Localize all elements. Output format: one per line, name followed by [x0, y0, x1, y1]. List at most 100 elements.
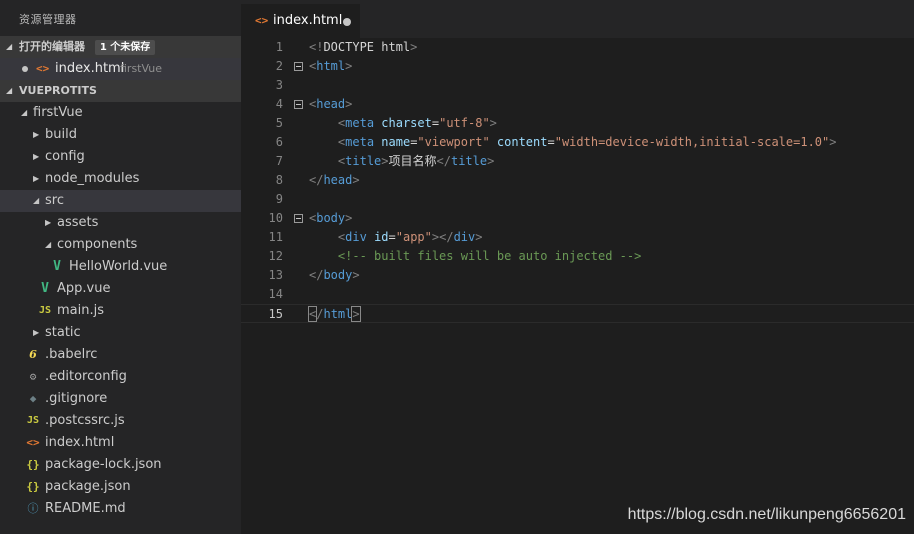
tab-label: index.html [273, 13, 343, 28]
line-number: 9 [275, 192, 283, 206]
unsaved-dot-icon[interactable] [343, 18, 351, 26]
fold-toggle-icon[interactable] [294, 214, 303, 223]
explorer-title: 资源管理器 [19, 13, 77, 26]
code-line[interactable]: 10 <body> [241, 209, 914, 228]
tree-file[interactable]: {} package-lock.json [0, 454, 241, 476]
code-token: > [352, 173, 360, 187]
tree-folder[interactable]: ▶ assets [0, 212, 241, 234]
tree-item-label: .gitignore [45, 391, 108, 406]
tree-file[interactable]: JS .postcssrc.js [0, 410, 241, 432]
tree-file[interactable]: ⚙ .editorconfig [0, 366, 241, 388]
code-token: </ [436, 154, 451, 168]
chevron-down-icon[interactable]: ◢ [45, 234, 51, 256]
tree-item-label: node_modules [45, 171, 140, 186]
tree-folder[interactable]: ▶ static [0, 322, 241, 344]
code-line[interactable]: 5 <meta charset="utf-8"> [241, 114, 914, 133]
code-line[interactable]: 12 <!-- built files will be auto injecte… [241, 247, 914, 266]
chevron-right-icon[interactable]: ▶ [33, 168, 39, 190]
code-content: </html> [307, 305, 361, 324]
line-number: 15 [268, 307, 283, 321]
code-token: id [374, 230, 389, 244]
open-editor-item[interactable]: <> index.html firstVue [0, 58, 241, 80]
code-line[interactable]: 4 <head> [241, 95, 914, 114]
code-line[interactable]: 1 <!DOCTYPE html> [241, 38, 914, 57]
tree-file[interactable]: V HelloWorld.vue [0, 256, 241, 278]
explorer-sidebar: 资源管理器 ◢ 打开的编辑器 1 个未保存 <> index.html firs… [0, 0, 241, 534]
tree-file[interactable]: ◆ .gitignore [0, 388, 241, 410]
tree-file[interactable]: ⓘ README.md [0, 498, 241, 520]
chevron-right-icon[interactable]: ▶ [45, 212, 51, 234]
code-content: <html> [309, 57, 352, 76]
html-icon: <> [255, 14, 269, 27]
code-line[interactable]: 9 [241, 190, 914, 209]
code-line[interactable]: 14 [241, 285, 914, 304]
tree-item-label: .babelrc [45, 347, 98, 362]
code-content: <!-- built files will be auto injected -… [309, 247, 641, 266]
tree-folder[interactable]: ◢ components [0, 234, 241, 256]
project-header[interactable]: ◢ VUEPROTITS [0, 80, 241, 102]
line-number: 12 [268, 249, 283, 263]
babel-icon: 6 [29, 348, 37, 361]
tree-item-label: static [45, 325, 81, 340]
code-token: DOCTYPE html [323, 40, 411, 54]
code-token: > [829, 135, 837, 149]
code-content: <div id="app"></div> [309, 228, 483, 247]
tree-folder[interactable]: ▶ node_modules [0, 168, 241, 190]
code-content: </body> [309, 266, 360, 285]
tree-folder[interactable]: ◢ src [0, 190, 241, 212]
line-number: 1 [275, 40, 283, 54]
tree-file[interactable]: <> index.html [0, 432, 241, 454]
tree-item-label: components [57, 237, 138, 252]
code-line[interactable]: 13 </body> [241, 266, 914, 285]
unsaved-count-badge: 1 个未保存 [94, 40, 156, 55]
code-token: div [453, 230, 476, 244]
chevron-right-icon[interactable]: ▶ [33, 322, 39, 344]
editor-area: <> index.html 1 <!DOCTYPE html> 2 <html> 3 4 <… [241, 0, 914, 534]
code-line[interactable]: 2 <html> [241, 57, 914, 76]
tree-folder[interactable]: ◢ firstVue [0, 102, 241, 124]
code-token: "width=device-width,initial-scale=1.0" [554, 135, 830, 149]
code-token: > [487, 154, 495, 168]
line-number: 10 [268, 211, 283, 225]
tab-index-html[interactable]: <> index.html [241, 4, 360, 38]
chevron-right-icon[interactable]: ▶ [33, 124, 39, 146]
tree-item-label: config [45, 149, 85, 164]
code-line[interactable]: 3 [241, 76, 914, 95]
tree-item-label: main.js [57, 303, 104, 318]
unsaved-dot-icon[interactable] [22, 66, 28, 72]
code-line[interactable]: 11 <div id="app"></div> [241, 228, 914, 247]
tree-file[interactable]: JS main.js [0, 300, 241, 322]
tree-file[interactable]: 6 .babelrc [0, 344, 241, 366]
tree-item-label: assets [57, 215, 99, 230]
tree-folder[interactable]: ▶ config [0, 146, 241, 168]
watermark: https://blog.csdn.net/likunpeng6656201 [627, 506, 906, 523]
fold-toggle-icon[interactable] [294, 100, 303, 109]
code-token: head [323, 173, 353, 187]
code-token: "utf-8" [439, 116, 490, 130]
chevron-right-icon[interactable]: ▶ [33, 146, 39, 168]
open-editors-header[interactable]: ◢ 打开的编辑器 1 个未保存 [0, 36, 241, 58]
html-icon: <> [36, 62, 50, 75]
chevron-down-icon[interactable]: ◢ [21, 102, 27, 124]
code-token: = [547, 135, 555, 149]
tree-item-label: .postcssrc.js [45, 413, 125, 428]
code-line[interactable]: 8 </head> [241, 171, 914, 190]
code-line[interactable]: 15 </html> [241, 304, 914, 323]
tree-file[interactable]: V App.vue [0, 278, 241, 300]
code-token: > [345, 97, 353, 111]
tree-file[interactable]: {} package.json [0, 476, 241, 498]
tree-folder[interactable]: ▶ build [0, 124, 241, 146]
code-line[interactable]: 6 <meta name="viewport" content="width=d… [241, 133, 914, 152]
chevron-down-icon[interactable]: ◢ [33, 190, 39, 212]
line-number: 4 [275, 97, 283, 111]
fold-toggle-icon[interactable] [294, 62, 303, 71]
code-token: html [323, 307, 353, 321]
code-token: > [345, 211, 353, 225]
code-token: div [345, 230, 367, 244]
code-token: </ [309, 173, 324, 187]
code-editor[interactable]: 1 <!DOCTYPE html> 2 <html> 3 4 <head> 5 <meta c… [241, 38, 914, 323]
code-token: content [496, 135, 548, 149]
code-line[interactable]: 7 <title>项目名称</title> [241, 152, 914, 171]
